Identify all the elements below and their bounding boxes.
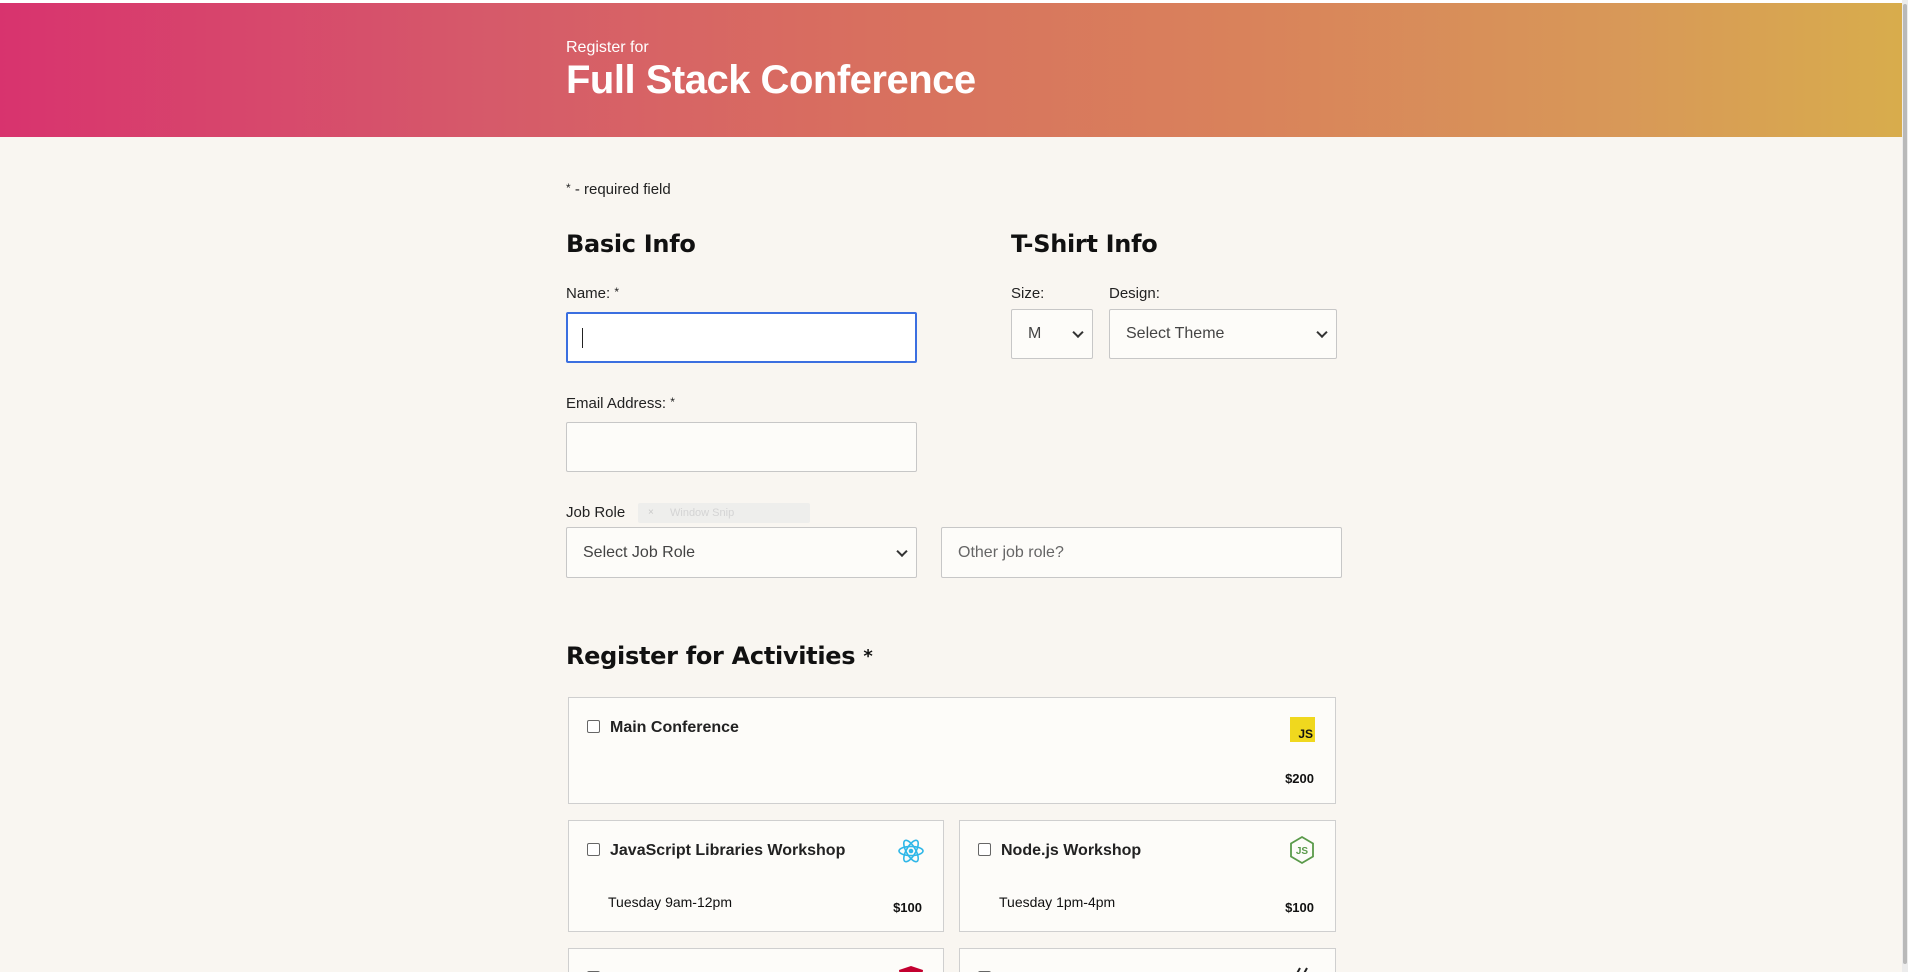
express-icon — [1296, 967, 1308, 972]
activity-time: Tuesday 9am-12pm — [608, 894, 732, 910]
activity-card-main-conference[interactable]: Main Conference JS $200 — [568, 697, 1336, 804]
activity-name: Main Conference — [610, 719, 739, 736]
js-libraries-checkbox[interactable] — [587, 843, 600, 856]
activity-name: Node.js Workshop — [1001, 842, 1142, 859]
job-role-selected: Select Job Role — [583, 543, 696, 561]
react-icon — [898, 839, 924, 863]
text-caret — [582, 328, 583, 348]
required-marker: * — [566, 181, 571, 195]
size-selected: M — [1028, 325, 1042, 342]
name-label: Name: * — [566, 285, 619, 302]
chevron-down-icon — [896, 545, 908, 557]
activities-heading: Register for Activities * — [566, 642, 873, 670]
activity-name: JavaScript Libraries Workshop — [610, 842, 846, 859]
name-field[interactable] — [566, 312, 917, 363]
registration-page: Register for Full Stack Conference * - r… — [0, 0, 1908, 972]
email-field[interactable] — [566, 422, 917, 472]
activity-price: $200 — [1285, 771, 1314, 786]
scrollbar-thumb[interactable] — [1903, 4, 1907, 964]
main-conference-checkbox[interactable] — [587, 720, 600, 733]
activity-card-partial[interactable] — [568, 948, 944, 972]
other-job-role-input[interactable]: Other job role? — [941, 527, 1342, 578]
window-snip-overlay[interactable]: × Window Snip — [638, 503, 810, 523]
email-label-text: Email Address: — [566, 395, 667, 412]
activity-price: $100 — [1285, 900, 1314, 915]
svg-text:JS: JS — [1296, 846, 1309, 857]
activity-time: Tuesday 1pm-4pm — [999, 894, 1116, 910]
vertical-scrollbar[interactable] — [1902, 0, 1908, 972]
required-marker: * — [863, 646, 873, 667]
required-marker: * — [614, 285, 620, 299]
angular-icon — [899, 966, 923, 972]
chevron-down-icon — [1072, 326, 1084, 339]
required-marker: * — [670, 395, 675, 409]
page-title: Full Stack Conference — [566, 58, 976, 102]
job-role-select[interactable]: Select Job Role — [566, 527, 917, 578]
job-role-label: Job Role — [566, 504, 626, 521]
design-selected: Select Theme — [1126, 325, 1225, 342]
activity-card-nodejs[interactable]: Node.js Workshop JS Tuesday 1pm-4pm $100 — [959, 820, 1336, 932]
other-job-role-placeholder: Other job role? — [958, 543, 1064, 561]
activity-card-js-libraries[interactable]: JavaScript Libraries Workshop Tuesday 9a… — [568, 820, 944, 932]
basic-info-heading: Basic Info — [566, 230, 696, 258]
required-note: * - required field — [566, 181, 671, 198]
javascript-icon: JS — [1290, 717, 1315, 742]
activities-heading-text: Register for Activities — [566, 642, 856, 670]
window-snip-label: Window Snip — [670, 507, 735, 519]
nodejs-icon: JS — [1290, 835, 1314, 865]
close-icon[interactable]: × — [648, 507, 654, 518]
size-label: Size: — [1011, 285, 1045, 302]
name-label-text: Name: — [566, 285, 611, 302]
email-label: Email Address: * — [566, 395, 675, 412]
size-select[interactable]: M — [1011, 309, 1093, 359]
header-subtitle: Register for — [566, 39, 649, 56]
required-note-text: - required field — [574, 181, 671, 198]
tshirt-info-heading: T-Shirt Info — [1011, 230, 1158, 258]
page-header: Register for Full Stack Conference — [0, 3, 1908, 137]
activity-card-partial[interactable] — [959, 948, 1336, 972]
activity-price: $100 — [893, 900, 922, 915]
nodejs-checkbox[interactable] — [978, 843, 991, 856]
design-label: Design: — [1109, 285, 1160, 302]
chevron-down-icon — [1316, 326, 1328, 339]
design-select[interactable]: Select Theme — [1109, 309, 1337, 359]
